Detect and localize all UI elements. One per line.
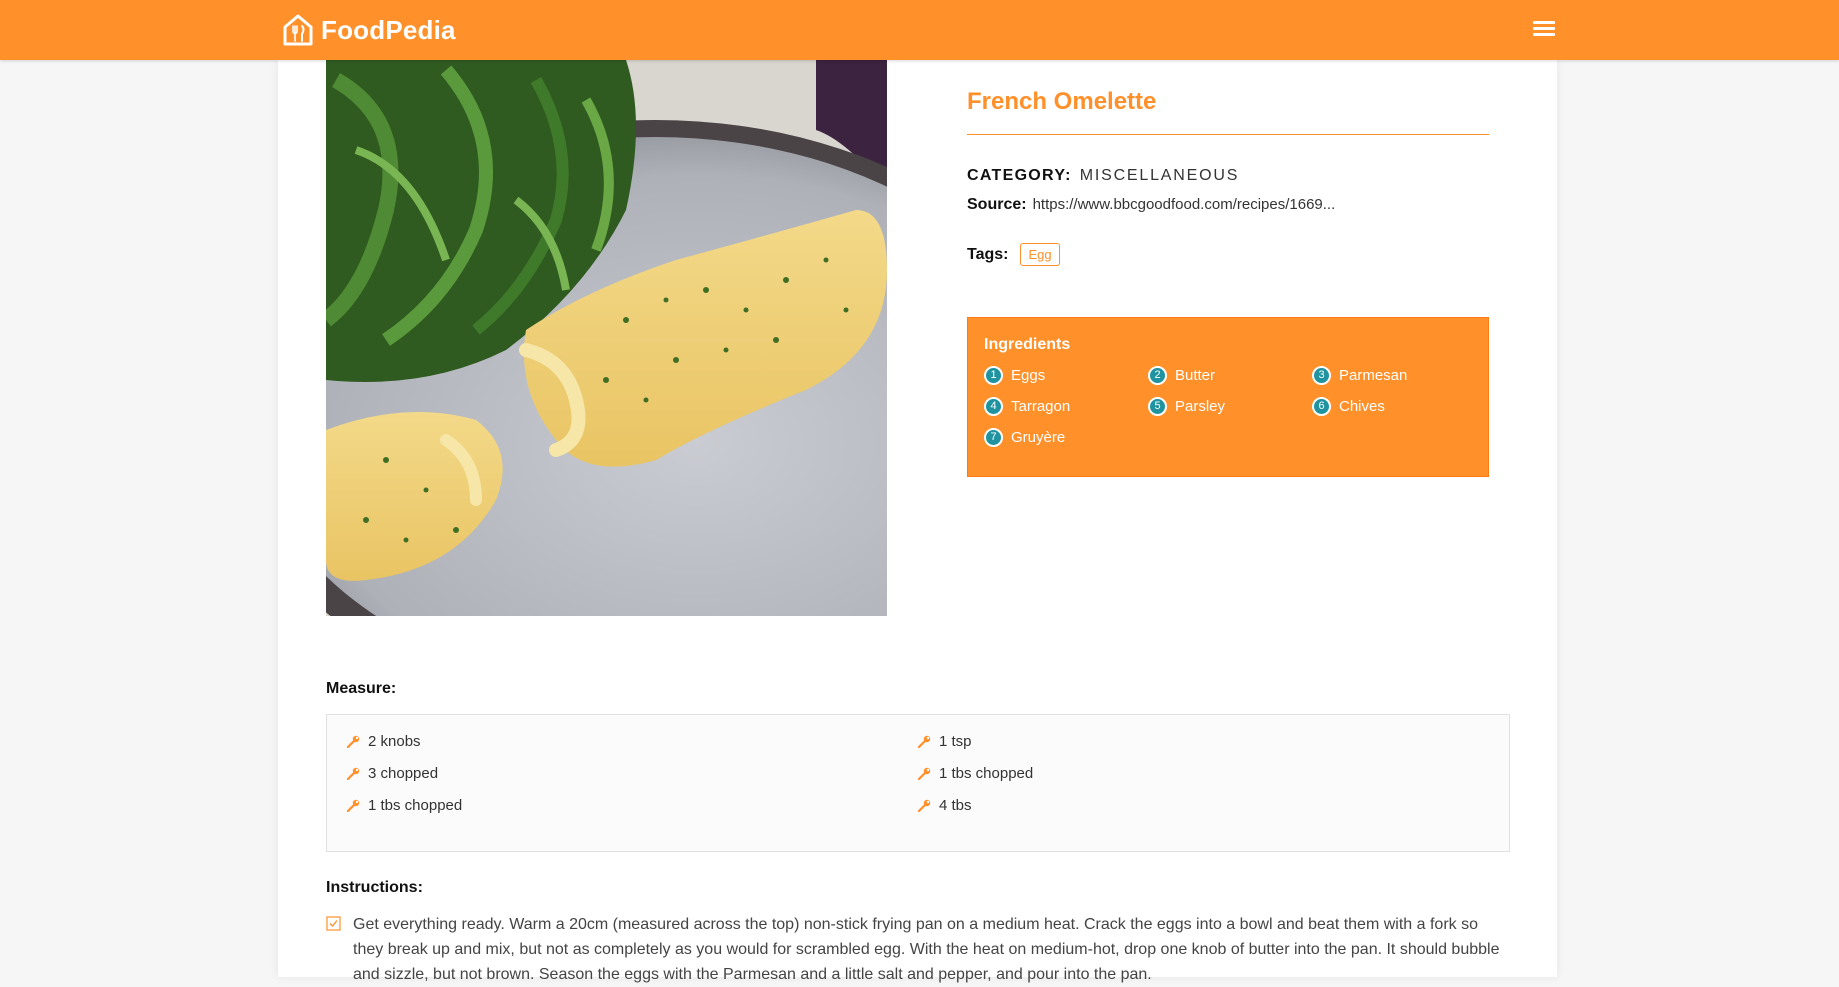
wrench-icon [918, 735, 931, 748]
ingredients-list: 1 Eggs 2 Butter 3 Parmesan 4 Tarragon 5 [984, 364, 1472, 448]
number-badge-icon: 5 [1148, 396, 1167, 416]
measure-text: 1 tbs chopped [939, 765, 1034, 782]
ingredients-panel: Ingredients 1 Eggs 2 Butter 3 Parmesan 4… [967, 317, 1489, 477]
instruction-step: Get everything ready. Warm a 20cm (measu… [326, 912, 1510, 987]
wrench-icon [347, 767, 360, 780]
ingredient-name: Parsley [1175, 397, 1226, 415]
recipe-title: French Omelette [967, 88, 1157, 115]
ingredient-name: Eggs [1011, 366, 1046, 384]
measure-item: 2 knobs [347, 733, 421, 750]
category-value: MISCELLANEOUS [1079, 167, 1240, 184]
measure-text: 4 tbs [939, 797, 972, 814]
recipe-card: French Omelette CATEGORY: MISCELLANEOUS S… [278, 60, 1557, 983]
number-badge-icon: 4 [984, 396, 1003, 416]
hamburger-menu-icon[interactable] [1530, 18, 1558, 42]
measure-text: 2 knobs [368, 733, 421, 750]
wrench-icon [347, 735, 360, 748]
ingredient-item: 7 Gruyère [984, 426, 1148, 448]
brand-name: FoodPedia [321, 14, 456, 45]
top-navbar: FoodPedia [0, 0, 1839, 60]
ingredient-item: 6 Chives [1312, 395, 1476, 417]
brand-logo-link[interactable]: FoodPedia [283, 13, 456, 47]
tags-label: Tags: [967, 245, 1009, 263]
ingredients-heading: Ingredients [984, 336, 1071, 353]
wrench-icon [918, 767, 931, 780]
number-badge-icon: 3 [1312, 365, 1331, 385]
ingredient-name: Chives [1339, 397, 1385, 415]
tag-egg[interactable]: Egg [1020, 243, 1060, 266]
title-divider [967, 134, 1489, 135]
measure-text: 1 tsp [939, 733, 972, 750]
ingredient-name: Tarragon [1011, 397, 1071, 415]
house-fork-knife-icon [283, 14, 313, 46]
source-link[interactable]: https://www.bbcgoodfood.com/recipes/1669… [1033, 196, 1336, 213]
tags-row: Tags: Egg [967, 243, 1060, 266]
measure-item: 3 chopped [347, 765, 438, 782]
ingredient-item: 3 Parmesan [1312, 364, 1476, 386]
source-label: Source: [967, 196, 1027, 213]
wrench-icon [918, 799, 931, 812]
measure-text: 1 tbs chopped [368, 797, 463, 814]
french-omelette-photo [326, 60, 887, 616]
ingredient-name: Gruyère [1011, 428, 1066, 446]
source-row: Source: https://www.bbcgoodfood.com/recip… [967, 196, 1335, 214]
ingredient-name: Butter [1175, 366, 1216, 384]
measure-item: 1 tbs chopped [347, 797, 462, 814]
number-badge-icon: 2 [1148, 365, 1167, 385]
category-label: CATEGORY: [967, 167, 1072, 184]
ingredient-item: 4 Tarragon [984, 395, 1148, 417]
checkbox-icon [326, 916, 341, 931]
ingredient-item: 1 Eggs [984, 364, 1148, 386]
measure-item: 4 tbs [918, 797, 972, 814]
ingredient-name: Parmesan [1339, 366, 1408, 384]
instructions-heading: Instructions: [326, 879, 423, 896]
measure-item: 1 tbs chopped [918, 765, 1033, 782]
wrench-icon [347, 799, 360, 812]
instruction-text: Get everything ready. Warm a 20cm (measu… [353, 916, 1500, 983]
ingredient-item: 2 Butter [1148, 364, 1312, 386]
measure-heading: Measure: [326, 680, 397, 697]
number-badge-icon: 7 [984, 427, 1003, 447]
number-badge-icon: 6 [1312, 396, 1331, 416]
measure-list: 2 knobs 1 tsp 3 chopped 1 tbs chopped 1 … [326, 714, 1510, 852]
measure-text: 3 chopped [368, 765, 439, 782]
measure-item: 1 tsp [918, 733, 972, 750]
category-row: CATEGORY: MISCELLANEOUS [967, 167, 1239, 185]
number-badge-icon: 1 [984, 365, 1003, 385]
ingredient-item: 5 Parsley [1148, 395, 1312, 417]
